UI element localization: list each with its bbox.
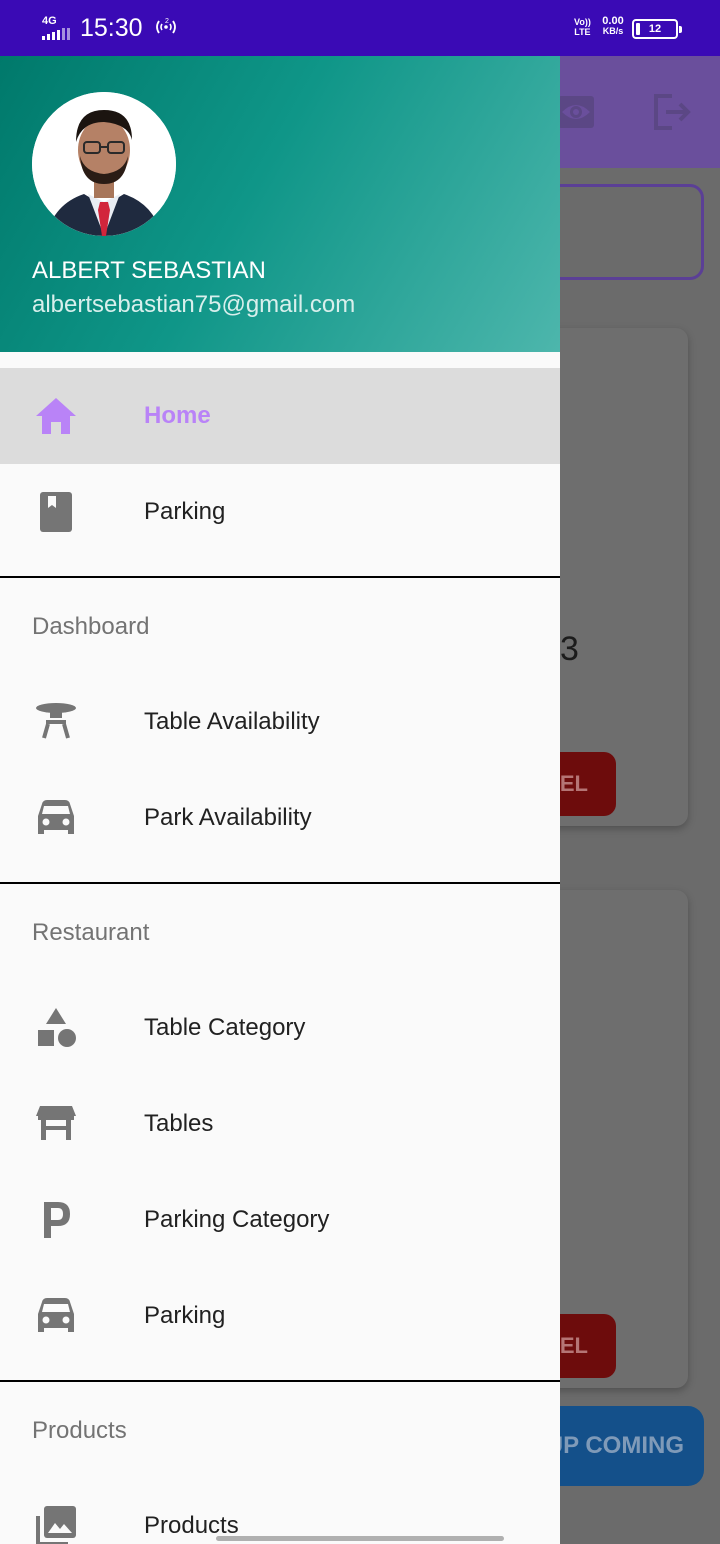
bookmark-icon [40,492,72,532]
volte-top: Vo)) [574,17,591,27]
user-name: ALBERT SEBASTIAN [32,257,266,284]
divider [0,576,560,578]
status-bar: 4G 15:30 2 Vo)) LTE 0.00 KB/s 12 [0,0,720,56]
table-restaurant-icon [36,703,76,739]
nav-item-label: Table Category [144,1014,306,1041]
section-title-restaurant: Restaurant [32,919,150,946]
battery-level: 12 [648,23,662,35]
hotspot-icon: 2 [154,17,178,37]
section-title-products: Products [32,1417,127,1444]
net-speed: 0.00 KB/s [598,15,628,37]
nav-item-products[interactable]: Products [0,1478,560,1544]
signal-icon: 4G [40,16,76,40]
section-title-dashboard: Dashboard [32,613,150,640]
home-icon [36,398,76,434]
table-bar-icon [36,1106,76,1140]
nav-item-label: Parking Category [144,1206,330,1233]
booking-value: 3 [560,630,579,668]
nav-item-parking-category[interactable]: Parking Category [0,1172,560,1268]
clock: 15:30 [80,14,143,42]
network-type: 4G [42,15,57,27]
nav-item-home[interactable]: Home [0,368,560,464]
category-icon [38,1008,76,1047]
volte-icon: Vo)) LTE [574,17,591,37]
nav-item-label: Products [144,1512,239,1539]
navigation-drawer: ALBERT SEBASTIAN albertsebastian75@gmail… [0,56,560,1544]
battery-icon: 12 [632,19,682,39]
divider [0,1380,560,1382]
nav-item-table-category[interactable]: Table Category [0,980,560,1076]
user-email: albertsebastian75@gmail.com [32,291,356,318]
gesture-bar[interactable] [216,1536,504,1541]
nav-item-table-availability[interactable]: Table Availability [0,674,560,770]
avatar[interactable] [32,92,176,236]
nav-item-label: Parking [144,498,226,525]
net-speed-value: 0.00 [602,15,624,27]
nav-item-label: Parking [144,1302,226,1329]
logout-icon[interactable] [650,90,694,134]
nav-item-parking[interactable]: Parking [0,464,560,560]
hotspot-count: 2 [165,18,169,25]
nav-item-label: Table Availability [144,708,320,735]
nav-item-label: Home [144,402,211,429]
volte-bottom: LTE [574,27,591,37]
nav-item-park-availability[interactable]: Park Availability [0,770,560,866]
nav-item-label: Park Availability [144,804,312,831]
parking-p-icon [44,1202,70,1238]
car-icon [38,1298,74,1332]
net-speed-unit: KB/s [602,26,624,36]
nav-item-parking-management[interactable]: Parking [0,1268,560,1364]
nav-item-label: Tables [144,1110,214,1137]
drawer-header: ALBERT SEBASTIAN albertsebastian75@gmail… [0,56,560,352]
divider [0,882,560,884]
photo-library-icon [36,1506,76,1544]
nav-item-tables[interactable]: Tables [0,1076,560,1172]
eye-icon[interactable] [556,92,596,132]
car-icon [38,800,74,834]
